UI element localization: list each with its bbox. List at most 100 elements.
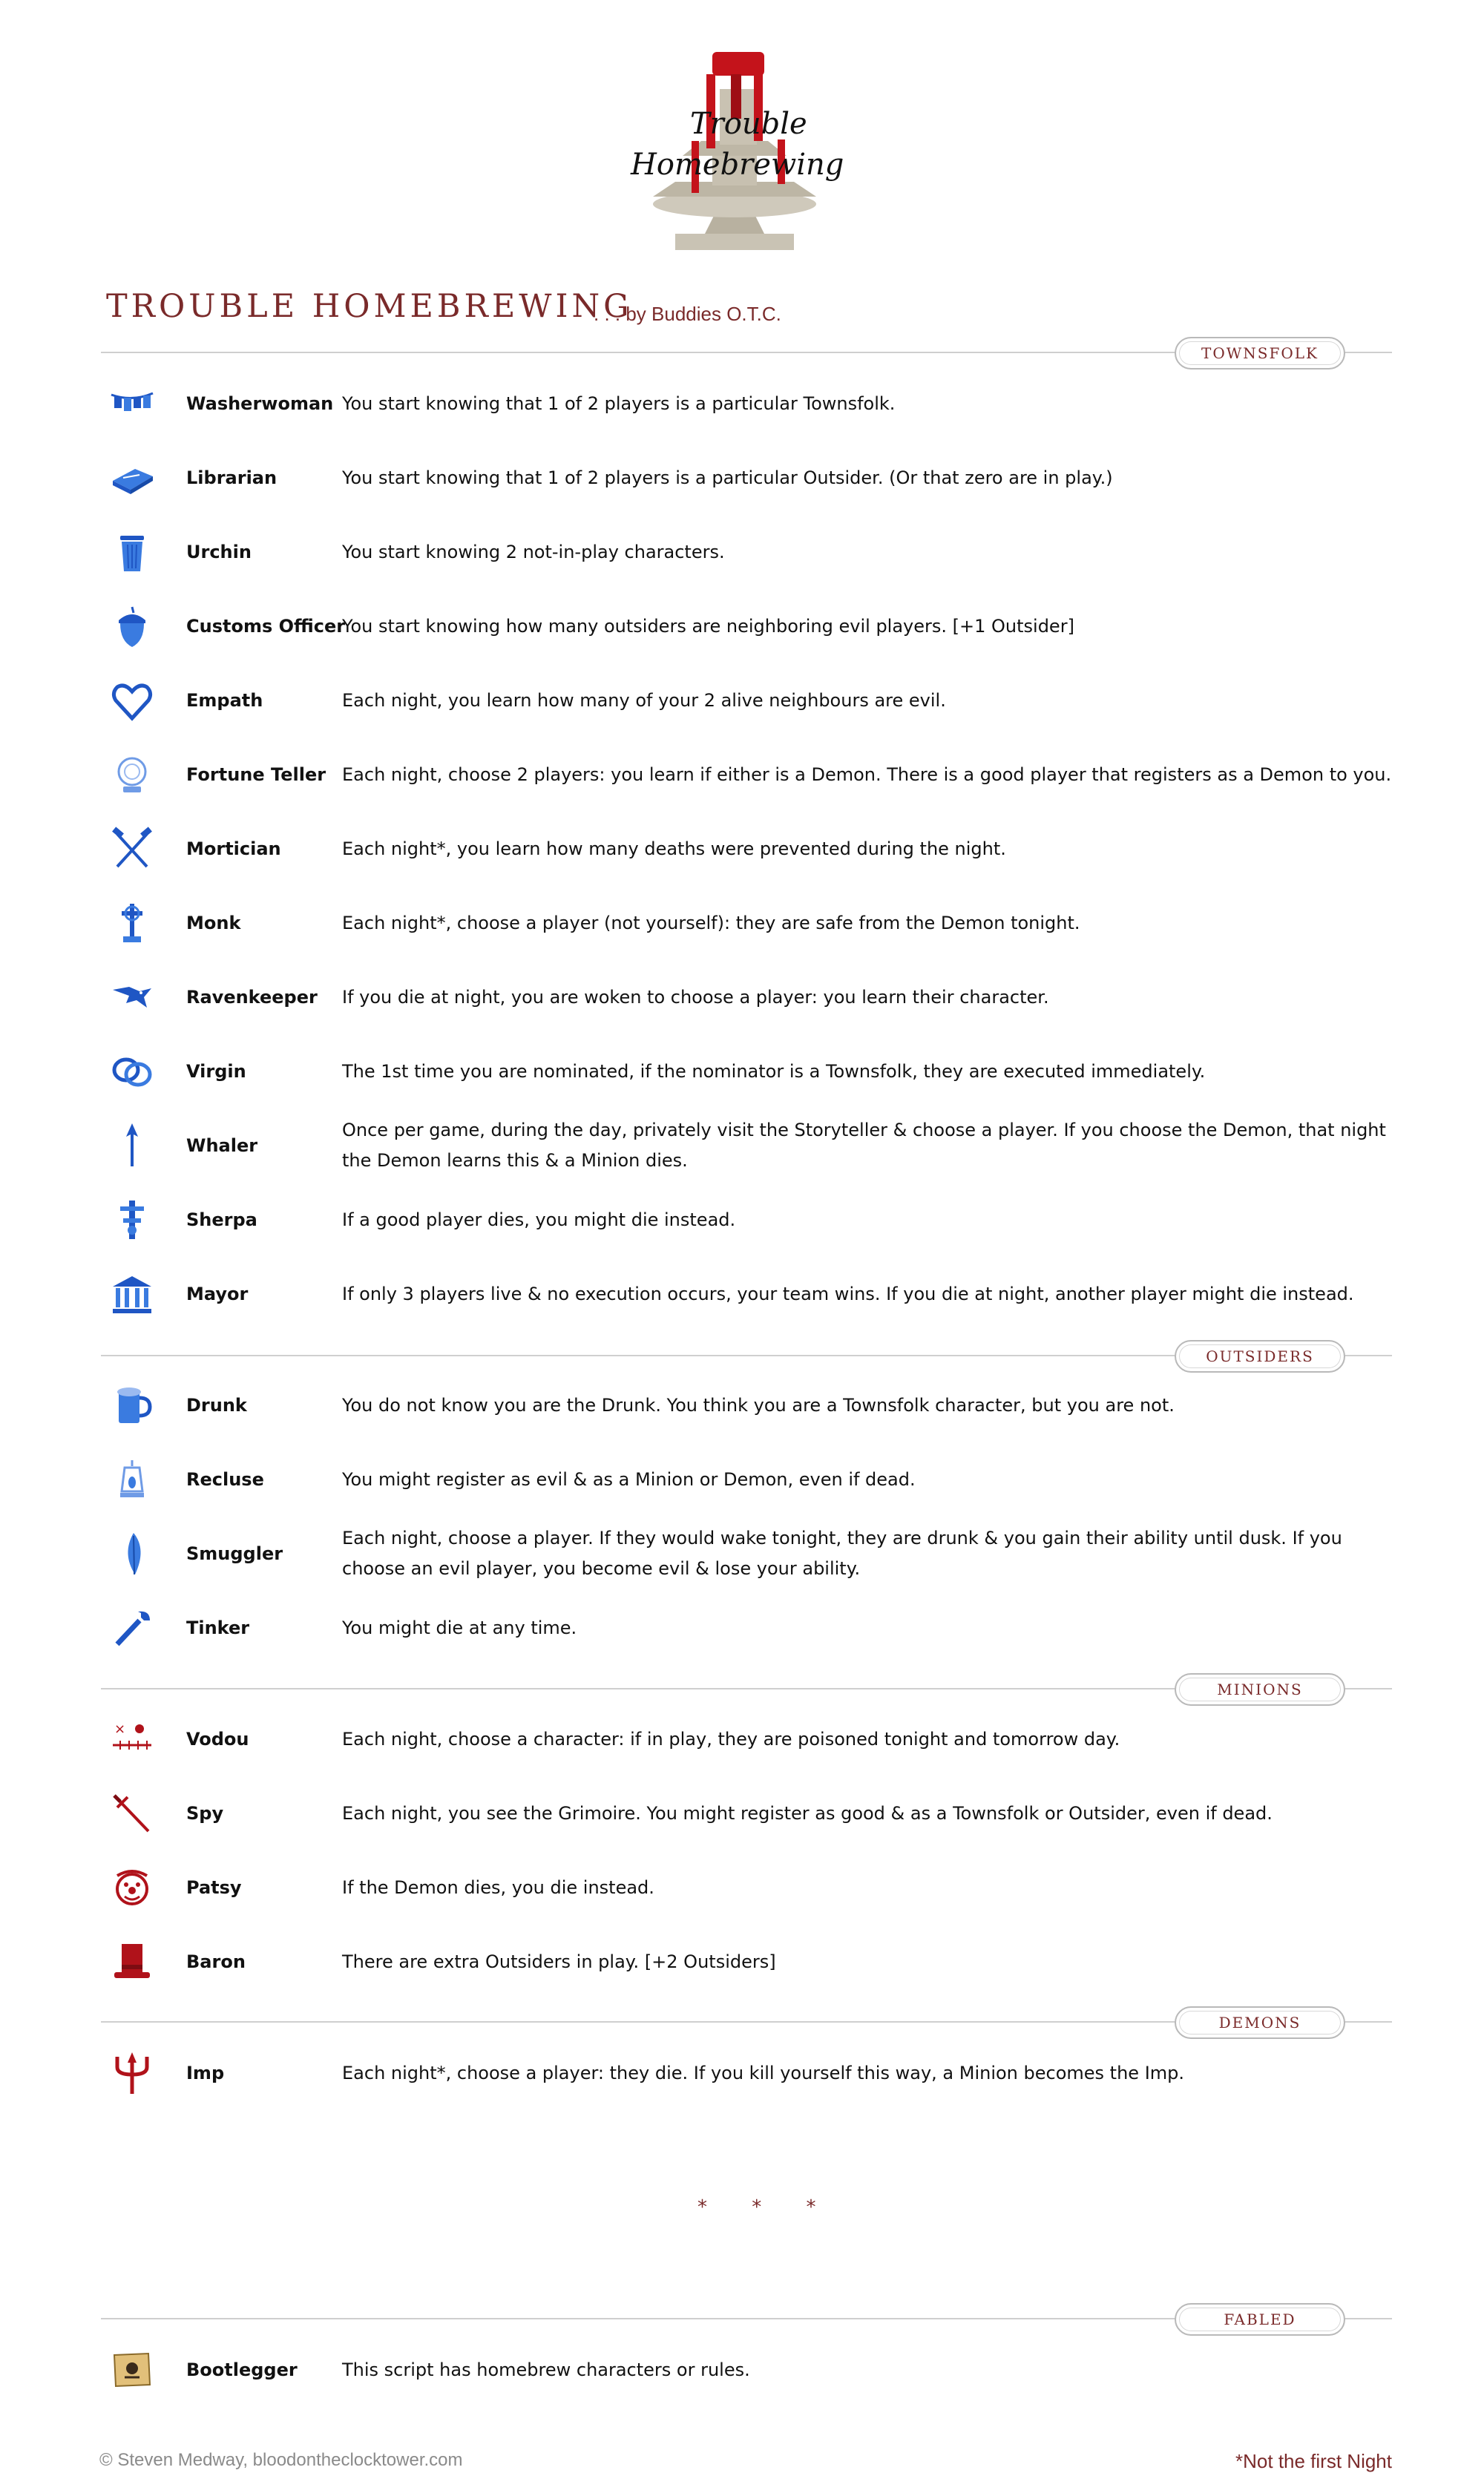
character-ability: Once per game, during the day, privately…: [342, 1120, 1386, 1171]
totem-icon: [120, 1201, 144, 1239]
character-row-librarian: Librarian You start knowing that 1 of 2 …: [101, 441, 1392, 515]
rings-icon: [112, 1057, 152, 1087]
character-name: Baron: [186, 1951, 246, 1972]
character-ability: If you die at night, you are woken to ch…: [342, 986, 1049, 1008]
character-name: Monk: [186, 913, 241, 933]
section-label-demons: Demons: [1175, 2006, 1345, 2039]
character-name: Recluse: [186, 1469, 264, 1490]
character-ability: Each night*, you learn how many deaths w…: [342, 838, 1006, 859]
character-ability: You might register as evil & as a Minion…: [342, 1468, 916, 1490]
character-ability: You start knowing that 1 of 2 players is…: [342, 393, 896, 414]
script-title: Trouble Homebrewing: [106, 288, 633, 325]
footer-copyright: © Steven Medway, bloodontheclocktower.co…: [99, 2450, 463, 2470]
character-row-tinker: Tinker You might die at any time.: [101, 1591, 1392, 1665]
character-name: Vodou: [186, 1729, 249, 1750]
character-row-spy: Spy Each night, you see the Grimoire. Yo…: [101, 1776, 1392, 1850]
character-name: Smuggler: [186, 1543, 283, 1564]
character-name: Washerwoman: [186, 393, 334, 414]
section-label-townsfolk: Townsfolk: [1175, 337, 1345, 370]
character-ability: Each night, choose a player. If they wou…: [342, 1528, 1342, 1579]
clothesline-icon: [111, 392, 154, 411]
character-row-virgin: Virgin The 1st time you are nominated, i…: [101, 1034, 1392, 1109]
section-label-fabled: Fabled: [1175, 2303, 1345, 2336]
celtic-cross-icon: [122, 904, 142, 942]
character-ability: You might die at any time.: [342, 1617, 577, 1638]
svg-text:Homebrewing: Homebrewing: [630, 148, 844, 182]
character-row-bootlegger: Bootlegger This script has homebrew char…: [101, 2333, 1392, 2407]
character-row-mayor: Mayor If only 3 players live & no execut…: [101, 1257, 1392, 1331]
svg-text:×: ×: [114, 1721, 125, 1737]
character-name: Patsy: [186, 1877, 242, 1898]
wrench-icon: [115, 1611, 150, 1646]
character-name: Bootlegger: [186, 2359, 298, 2380]
top-hat-icon: [114, 1944, 150, 1978]
character-row-recluse: Recluse You might register as evil & as …: [101, 1442, 1392, 1517]
character-row-drunk: Drunk You do not know you are the Drunk.…: [101, 1368, 1392, 1442]
character-row-imp: Imp Each night*, choose a player: they d…: [101, 2036, 1392, 2110]
character-name: Tinker: [186, 1618, 250, 1638]
dagger-icon: [113, 1794, 150, 1833]
character-row-monk: Monk Each night*, choose a player (not y…: [101, 886, 1392, 960]
character-row-patsy: Patsy If the Demon dies, you die instead…: [101, 1850, 1392, 1925]
character-name: Customs Officer: [186, 616, 346, 637]
section-label-minions: Minions: [1175, 1673, 1345, 1706]
character-ability: There are extra Outsiders in play. [+2 O…: [342, 1951, 776, 1972]
svg-text:Trouble: Trouble: [690, 107, 807, 141]
raven-icon: [113, 987, 151, 1008]
script-author: . . . by Buddies O.T.C.: [594, 303, 781, 325]
treasure-map-icon: [113, 2352, 151, 2388]
character-name: Mayor: [186, 1284, 249, 1304]
character-row-smuggler: Smuggler Each night, choose a player. If…: [101, 1517, 1392, 1591]
trident-icon: [115, 2052, 149, 2094]
character-ability: Each night, you see the Grimoire. You mi…: [342, 1802, 1273, 1824]
character-ability: Each night*, choose a player: they die. …: [342, 2062, 1185, 2083]
character-row-vodou: × Vodou Each night, choose a character: …: [101, 1702, 1392, 1776]
character-ability: You start knowing how many outsiders are…: [342, 615, 1074, 637]
character-name: Sherpa: [186, 1209, 257, 1230]
character-ability: If a good player dies, you might die ins…: [342, 1209, 736, 1230]
clown-icon: [116, 1870, 148, 1905]
tankard-icon: [117, 1387, 152, 1423]
logo-icon: Trouble Homebrewing: [630, 52, 844, 250]
character-row-whaler: Whaler Once per game, during the day, pr…: [101, 1109, 1392, 1183]
character-ability: You start knowing that 1 of 2 players is…: [342, 467, 1113, 488]
character-ability: Each night, choose a character: if in pl…: [342, 1728, 1120, 1750]
character-name: Fortune Teller: [186, 764, 326, 785]
voodoo-doll-icon: ×: [113, 1721, 151, 1750]
character-row-empath: Empath Each night, you learn how many of…: [101, 663, 1392, 738]
footer-note: *Not the first Night: [1235, 2450, 1392, 2472]
heart-icon: [111, 683, 153, 721]
character-name: Drunk: [186, 1395, 247, 1416]
character-ability: Each night, choose 2 players: you learn …: [342, 763, 1392, 785]
character-row-ravenkeeper: Ravenkeeper If you die at night, you are…: [101, 960, 1392, 1034]
lantern-icon: [120, 1460, 144, 1497]
acorn-icon: [119, 606, 145, 647]
character-name: Virgin: [186, 1061, 246, 1082]
character-row-mortician: Mortician Each night*, you learn how man…: [101, 812, 1392, 886]
character-row-washerwoman: Washerwoman You start knowing that 1 of …: [101, 367, 1392, 441]
character-ability: Each night*, choose a player (not yourse…: [342, 912, 1080, 933]
crystal-ball-icon: [117, 757, 147, 792]
character-ability: You do not know you are the Drunk. You t…: [342, 1394, 1175, 1416]
character-ability: The 1st time you are nominated, if the n…: [342, 1060, 1206, 1082]
character-name: Mortician: [186, 838, 281, 859]
character-row-urchin: Urchin You start knowing 2 not-in-play c…: [101, 515, 1392, 589]
character-row-customs-officer: Customs Officer You start knowing how ma…: [101, 589, 1392, 663]
character-name: Urchin: [186, 542, 252, 562]
book-icon: [113, 469, 153, 494]
character-row-baron: Baron There are extra Outsiders in play.…: [101, 1925, 1392, 1999]
harpoon-icon: [126, 1123, 138, 1166]
character-name: Whaler: [186, 1135, 258, 1156]
character-row-sherpa: Sherpa If a good player dies, you might …: [101, 1183, 1392, 1257]
character-name: Spy: [186, 1803, 224, 1824]
character-ability: If only 3 players live & no execution oc…: [342, 1283, 1354, 1304]
character-name: Ravenkeeper: [186, 987, 318, 1008]
character-ability: If the Demon dies, you die instead.: [342, 1876, 654, 1898]
crossed-tools-icon: [112, 827, 152, 868]
character-ability: You start knowing 2 not-in-play characte…: [342, 541, 725, 562]
character-name: Empath: [186, 690, 263, 711]
separator-stars: * * *: [697, 2196, 835, 2219]
character-name: Librarian: [186, 467, 278, 488]
character-ability: Each night, you learn how many of your 2…: [342, 689, 946, 711]
character-ability: This script has homebrew characters or r…: [342, 2359, 750, 2380]
